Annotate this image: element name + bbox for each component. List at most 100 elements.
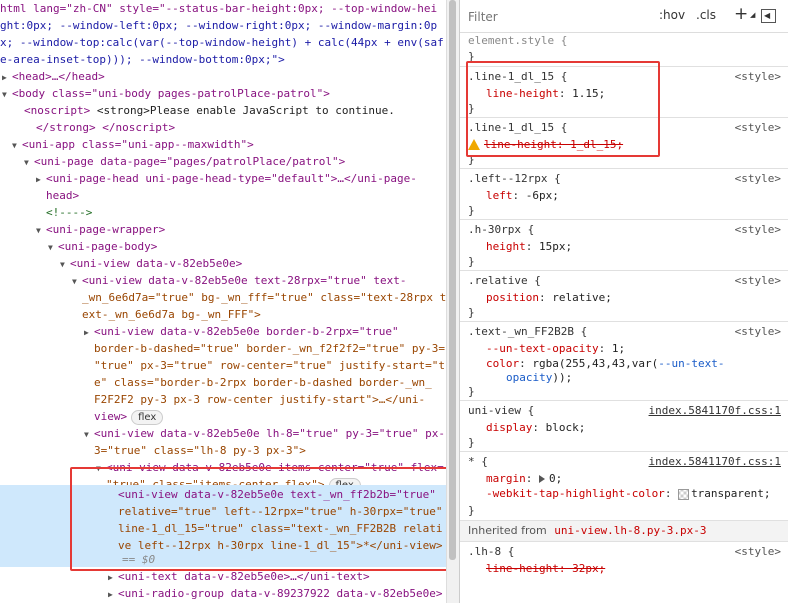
rule-source[interactable]: <style> bbox=[735, 272, 781, 289]
dom-line-html-1[interactable]: html lang="zh-CN" style="--status-bar-he… bbox=[0, 0, 446, 17]
dom-node-page-head[interactable]: ▶ <uni-page-head uni-page-head-type="defa… bbox=[36, 170, 446, 187]
dom-line-html-2[interactable]: ght:0px; --window-left:0px; --window-rig… bbox=[0, 17, 446, 34]
rule-line-1-dl-15[interactable]: .line-1_dl_15 { <style> line-height: 1.1… bbox=[460, 67, 788, 118]
rule-selector: * { bbox=[468, 455, 488, 468]
dom-node-uni-text[interactable]: ▶ <uni-text data-v-82eb5e0e>…</uni-text> bbox=[108, 568, 446, 585]
expand-arrow-icon[interactable]: ▶ bbox=[108, 569, 118, 585]
rule-source[interactable]: <style> bbox=[735, 119, 781, 136]
rule-source[interactable]: <style> bbox=[735, 170, 781, 187]
expand-shorthand-icon[interactable] bbox=[539, 475, 545, 483]
css-var-link[interactable]: --un-text- bbox=[658, 357, 724, 370]
collapse-arrow-icon[interactable]: ▼ bbox=[84, 426, 94, 442]
dom-node-view3[interactable]: ▶ <uni-view data-v-82eb5e0e border-b-2rpx… bbox=[84, 323, 446, 340]
elements-dom-tree[interactable]: html lang="zh-CN" style="--status-bar-he… bbox=[0, 0, 446, 603]
inherited-from-link[interactable]: uni-view.lh-8.py-3.px-3 bbox=[554, 524, 706, 537]
declaration-line-height[interactable]: line-height: 1.15; bbox=[486, 85, 605, 102]
flex-badge[interactable]: flex bbox=[131, 410, 164, 425]
dom-node-selected-2[interactable]: relative="true" left--12rpx="true" h-30r… bbox=[118, 503, 446, 520]
color-swatch-icon[interactable] bbox=[678, 488, 690, 500]
dom-line-html-4[interactable]: e-area-inset-top))); --window-bottom:0px… bbox=[0, 51, 446, 68]
dom-node-radio-group[interactable]: ▶ <uni-radio-group data-v-89237922 data-v… bbox=[108, 585, 446, 602]
expand-arrow-icon[interactable]: ▶ bbox=[2, 69, 12, 85]
rule-uni-view[interactable]: uni-view { index.5841170f.css:1 display:… bbox=[460, 401, 788, 452]
declaration-height[interactable]: height: 15px; bbox=[486, 238, 572, 255]
rule-source-link[interactable]: index.5841170f.css:1 bbox=[649, 453, 781, 470]
rule-element-style[interactable]: element.style { } bbox=[460, 32, 788, 67]
declaration-position[interactable]: position: relative; bbox=[486, 289, 612, 306]
dom-node-view4-2[interactable]: 3="true" class="lh-8 py-3 px-3"> bbox=[94, 442, 446, 459]
rule-left-12rpx[interactable]: .left--12rpx { <style> left: -6px; } bbox=[460, 169, 788, 220]
dom-node-body[interactable]: ▼ <body class="uni-body pages-patrolPlace… bbox=[2, 85, 446, 102]
declaration-invalid[interactable]: line-height: 1_dl_15; bbox=[468, 136, 623, 153]
hover-toggle-button[interactable]: :hov bbox=[659, 8, 685, 22]
dom-node-view4[interactable]: ▼ <uni-view data-v-82eb5e0e lh-8="true" p… bbox=[84, 425, 446, 442]
rule-source[interactable]: <style> bbox=[735, 323, 781, 340]
prop-value: 0; bbox=[549, 472, 563, 485]
html-style-text: e-area-inset-top))); --window-bottom:0px… bbox=[0, 53, 285, 66]
dom-node-selected-3[interactable]: line-1_dl_15="true" class="text-_wn_FF2B… bbox=[118, 520, 446, 537]
page-head-tag-cont: head> bbox=[46, 189, 80, 202]
rule-source[interactable]: <style> bbox=[735, 68, 781, 85]
declaration-display[interactable]: display: block; bbox=[486, 419, 585, 436]
collapse-arrow-icon[interactable]: ▼ bbox=[2, 86, 12, 102]
close-brace: } bbox=[468, 255, 475, 268]
dom-node-comment[interactable]: <!----> bbox=[46, 204, 446, 221]
rule-lh-8[interactable]: .lh-8 { <style> line-height: 32px; bbox=[460, 542, 788, 592]
rule-relative[interactable]: .relative { <style> position: relative; … bbox=[460, 271, 788, 322]
rule-source[interactable]: <style> bbox=[735, 221, 781, 238]
dom-node-view5[interactable]: ▼ <uni-view data-v-82eb5e0e items-center=… bbox=[96, 459, 446, 476]
collapse-arrow-icon[interactable]: ▼ bbox=[96, 460, 106, 476]
dom-node-page-head-2[interactable]: head> bbox=[46, 187, 446, 204]
dom-node-view2[interactable]: ▼ <uni-view data-v-82eb5e0e text-28rpx="t… bbox=[72, 272, 446, 289]
uni-app-tag: <uni-app class="uni-app--maxwidth"> bbox=[22, 138, 254, 151]
dom-node-view3-6[interactable]: view> flex bbox=[94, 408, 446, 425]
declaration-tap-highlight[interactable]: -webkit-tap-highlight-color: transparent… bbox=[486, 485, 771, 502]
dom-node-view2-3[interactable]: ext-_wn_6e6d7a bg-_wn_FFF"> bbox=[82, 306, 446, 323]
rule-line-1-dl-15-invalid[interactable]: .line-1_dl_15 { <style> line-height: 1_d… bbox=[460, 118, 788, 169]
new-rule-menu-icon[interactable]: ◢ bbox=[750, 11, 755, 19]
dom-node-uni-app[interactable]: ▼ <uni-app class="uni-app--maxwidth"> bbox=[12, 136, 446, 153]
dom-node-view1[interactable]: ▼ <uni-view data-v-82eb5e0e> bbox=[60, 255, 446, 272]
collapse-arrow-icon[interactable]: ▼ bbox=[12, 137, 22, 153]
expand-arrow-icon[interactable]: ▶ bbox=[108, 586, 118, 602]
collapse-arrow-icon[interactable]: ▼ bbox=[60, 256, 70, 272]
rule-source-link[interactable]: index.5841170f.css:1 bbox=[649, 402, 781, 419]
dom-node-selected-1[interactable]: <uni-view data-v-82eb5e0e text-_wn_ff2b2… bbox=[118, 486, 446, 503]
rule-h-30rpx[interactable]: .h-30rpx { <style> height: 15px; } bbox=[460, 220, 788, 271]
collapse-arrow-icon[interactable]: ▼ bbox=[72, 273, 82, 289]
styles-pane[interactable]: :hov .cls + ◢ ◀ element.style { } .line-… bbox=[459, 0, 788, 603]
collapse-arrow-icon[interactable]: ▼ bbox=[24, 154, 34, 170]
dom-node-head[interactable]: ▶ <head>…</head> bbox=[2, 68, 446, 85]
dom-node-view2-2[interactable]: _wn_6e6d7a="true" bg-_wn_fff="true" clas… bbox=[82, 289, 446, 306]
rule-selector: .h-30rpx { bbox=[468, 223, 535, 236]
declaration-overridden[interactable]: line-height: 32px; bbox=[486, 560, 605, 577]
declaration-color-cont: opacity)); bbox=[506, 369, 572, 386]
dom-line-html-3[interactable]: x; --window-top:calc(var(--top-window-he… bbox=[0, 34, 446, 51]
declaration-left[interactable]: left: -6px; bbox=[486, 187, 559, 204]
filter-input[interactable] bbox=[466, 6, 640, 28]
collapse-arrow-icon[interactable]: ▼ bbox=[36, 222, 46, 238]
scrollbar-thumb[interactable] bbox=[449, 0, 456, 560]
overridden-declaration: line-height: 32px; bbox=[486, 562, 606, 575]
dom-node-noscript-close[interactable]: </strong> </noscript> bbox=[36, 119, 446, 136]
dom-node-noscript[interactable]: <noscript> <strong>Please enable JavaScr… bbox=[24, 102, 446, 119]
new-rule-button[interactable]: + bbox=[734, 4, 748, 24]
dom-node-view3-2[interactable]: border-b-dashed="true" border-_wn_f2f2f2… bbox=[94, 340, 446, 357]
vertical-scrollbar[interactable] bbox=[446, 0, 459, 603]
prop-value: transparent; bbox=[691, 487, 771, 500]
expand-arrow-icon[interactable]: ▶ bbox=[36, 171, 46, 187]
dom-node-view3-3[interactable]: "true" px-3="true" row-center="true" jus… bbox=[94, 357, 446, 374]
toggle-sidebar-icon[interactable]: ◀ bbox=[761, 9, 776, 23]
class-toggle-button[interactable]: .cls bbox=[696, 8, 716, 22]
dom-node-view3-4[interactable]: e" class="border-b-2rpx border-b-dashed … bbox=[94, 374, 446, 391]
expand-arrow-icon[interactable]: ▶ bbox=[84, 324, 94, 340]
css-var-link[interactable]: opacity bbox=[506, 371, 552, 384]
dom-node-page-body[interactable]: ▼ <uni-page-body> bbox=[48, 238, 446, 255]
collapse-arrow-icon[interactable]: ▼ bbox=[48, 239, 58, 255]
dom-node-uni-page[interactable]: ▼ <uni-page data-page="pages/patrolPlace/… bbox=[24, 153, 446, 170]
rule-text-ff2b2b[interactable]: .text-_wn_FF2B2B { <style> --un-text-opa… bbox=[460, 322, 788, 401]
dom-node-view3-5[interactable]: F2F2F2 py-3 px-3 row-center justify-star… bbox=[94, 391, 446, 408]
dom-node-page-wrapper[interactable]: ▼ <uni-page-wrapper> bbox=[36, 221, 446, 238]
rule-source[interactable]: <style> bbox=[735, 543, 781, 560]
rule-universal[interactable]: * { index.5841170f.css:1 margin: 0; -web… bbox=[460, 452, 788, 521]
